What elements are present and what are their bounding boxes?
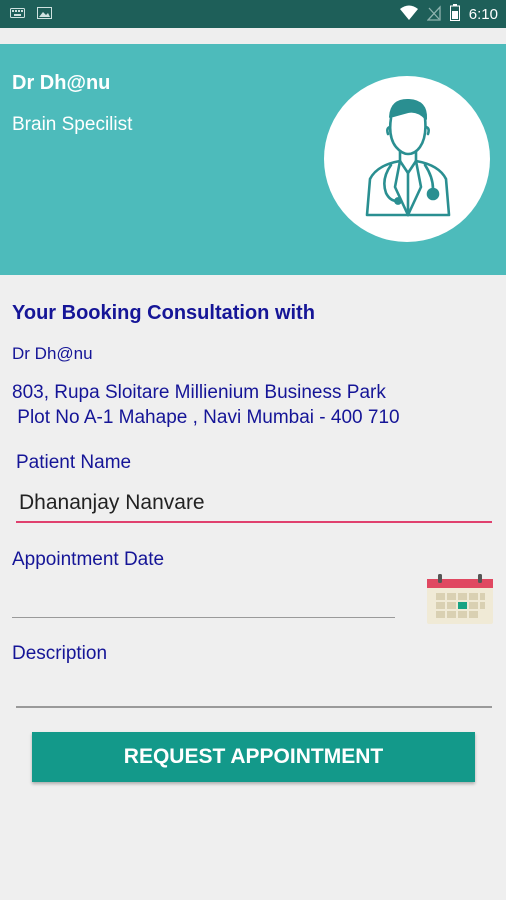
booking-doctor-name: Dr Dh@nu bbox=[12, 344, 93, 363]
clock-time: 6:10 bbox=[468, 6, 498, 23]
status-bar: 6:10 bbox=[0, 0, 506, 28]
keyboard-icon bbox=[10, 6, 25, 25]
image-icon bbox=[37, 6, 52, 25]
wifi-icon bbox=[399, 5, 418, 25]
calendar-icon[interactable] bbox=[426, 573, 494, 625]
clinic-address-line-2: Plot No A-1 Mahape , Navi Mumbai - 400 7… bbox=[12, 407, 400, 428]
doctor-specialty: Brain Specilist bbox=[12, 114, 133, 135]
battery-icon bbox=[449, 4, 460, 25]
appointment-date-input[interactable] bbox=[12, 586, 395, 618]
clinic-address-line-1: 803, Rupa Sloitare Millienium Business P… bbox=[12, 382, 386, 403]
booking-title: Your Booking Consultation with bbox=[12, 302, 315, 324]
patient-name-input[interactable] bbox=[16, 487, 492, 523]
no-signal-icon bbox=[426, 4, 441, 25]
doctor-icon bbox=[357, 95, 457, 224]
toolbar-gap bbox=[0, 28, 506, 44]
doctor-avatar bbox=[324, 76, 490, 242]
appointment-date-label: Appointment Date bbox=[12, 549, 165, 570]
doctor-name: Dr Dh@nu bbox=[12, 72, 111, 94]
patient-name-label: Patient Name bbox=[16, 452, 132, 473]
request-appointment-button[interactable]: REQUEST APPOINTMENT bbox=[32, 732, 475, 782]
description-input[interactable] bbox=[16, 676, 492, 708]
description-label: Description bbox=[12, 643, 108, 664]
